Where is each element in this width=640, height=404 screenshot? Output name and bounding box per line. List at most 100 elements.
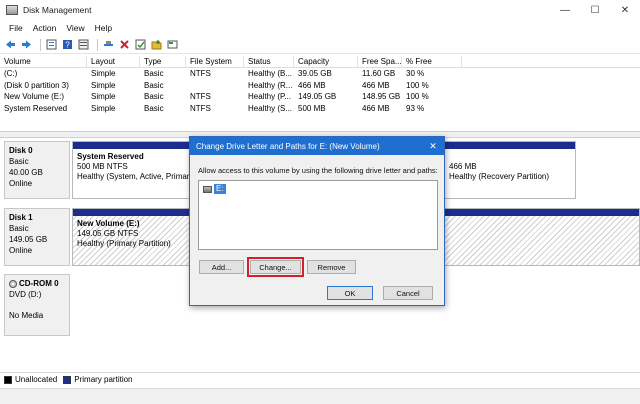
disk-status: Online — [9, 179, 33, 188]
minimize-button[interactable]: — — [550, 0, 580, 20]
window-titlebar: Disk Management — ☐ ✕ — [0, 0, 640, 20]
dialog-titlebar: Change Drive Letter and Paths for E: (Ne… — [190, 137, 444, 155]
column-header-percent-free[interactable]: % Free — [402, 56, 462, 67]
disk-type: DVD (D:) — [9, 290, 42, 299]
legend: Unallocated Primary partition — [0, 372, 640, 386]
dialog-title: Change Drive Letter and Paths for E: (Ne… — [196, 141, 380, 151]
forward-icon[interactable] — [20, 38, 33, 51]
dialog-close-button[interactable]: ✕ — [422, 137, 444, 155]
menu-file[interactable]: File — [4, 23, 28, 33]
toolbar-separator — [97, 38, 98, 51]
cell-status: Healthy (P... — [248, 92, 291, 101]
disk-name: Disk 0 — [9, 146, 33, 155]
toolbar: ? — [0, 36, 640, 54]
cell-capacity: 149.05 GB — [298, 92, 337, 101]
cell-capacity: 466 MB — [298, 80, 326, 90]
table-row[interactable]: System Reserved Simple Basic NTFS Health… — [0, 103, 640, 115]
column-header-status[interactable]: Status — [244, 56, 294, 67]
properties-icon[interactable] — [45, 38, 58, 51]
column-header-type[interactable]: Type — [140, 56, 186, 67]
cell-file-system: NTFS — [190, 103, 211, 113]
menu-help[interactable]: Help — [90, 23, 117, 33]
cell-free-space: 466 MB — [362, 103, 390, 113]
toolbar-separator — [40, 38, 41, 51]
drive-letter-label: E: — [214, 184, 226, 194]
disk-type: Basic — [9, 157, 29, 166]
drive-letter-list[interactable]: E: — [198, 180, 438, 250]
cell-percent-free: 100 % — [406, 92, 429, 101]
connect-icon[interactable] — [102, 38, 115, 51]
disk-list-icon[interactable] — [77, 38, 90, 51]
cell-volume: System Reserved — [4, 103, 68, 113]
table-row[interactable]: (Disk 0 partition 3) Simple Basic Health… — [0, 80, 640, 92]
window-title: Disk Management — [23, 5, 92, 15]
rescan-icon[interactable] — [166, 38, 179, 51]
maximize-button[interactable]: ☐ — [580, 0, 610, 20]
cell-free-space: 148.95 GB — [362, 92, 401, 101]
disk-status: Online — [9, 246, 33, 255]
disk-status: No Media — [9, 311, 44, 320]
column-header-volume[interactable]: Volume — [0, 56, 87, 67]
cell-file-system — [186, 80, 244, 92]
menu-action[interactable]: Action — [28, 23, 62, 33]
disk-name: Disk 1 — [9, 213, 33, 222]
ok-button[interactable]: OK — [327, 286, 373, 300]
disk-management-icon — [6, 5, 18, 15]
cancel-button[interactable]: Cancel — [383, 286, 433, 300]
cell-type: Basic — [144, 80, 164, 90]
table-row[interactable]: (C:) Simple Basic NTFS Healthy (B... 39.… — [0, 68, 640, 80]
volume-list: Volume Layout Type File System Status Ca… — [0, 56, 640, 130]
cell-percent-free: 30 % — [406, 69, 425, 78]
status-bar — [0, 388, 640, 404]
unallocated-swatch — [4, 375, 12, 384]
cell-status: Healthy (S... — [248, 103, 293, 113]
cdrom-0-label[interactable]: CD-ROM 0 DVD (D:) No Media — [4, 274, 70, 336]
legend-primary: Primary partition — [63, 375, 133, 384]
column-header-layout[interactable]: Layout — [87, 56, 140, 67]
cell-free-space: 11.60 GB — [362, 69, 396, 78]
cell-layout: Simple — [91, 69, 116, 78]
cell-volume: (C:) — [4, 69, 18, 78]
column-header-free-space[interactable]: Free Spa... — [358, 56, 402, 67]
disk-0-label[interactable]: Disk 0 Basic 40.00 GB Online — [4, 141, 70, 199]
delete-icon[interactable] — [118, 38, 131, 51]
partition-recovery[interactable]: 466 MB Healthy (Recovery Partition) — [444, 141, 576, 199]
check-icon[interactable] — [134, 38, 147, 51]
cell-capacity: 39.05 GB — [298, 69, 332, 78]
change-drive-letter-dialog: Change Drive Letter and Paths for E: (Ne… — [189, 136, 445, 306]
add-button[interactable]: Add... — [199, 260, 244, 274]
cell-file-system: NTFS — [190, 92, 211, 101]
change-button[interactable]: Change... — [247, 257, 304, 277]
svg-text:?: ? — [65, 41, 70, 50]
help-icon[interactable]: ? — [61, 38, 74, 51]
cell-type: Basic — [144, 69, 164, 78]
primary-swatch — [63, 375, 72, 384]
folder-icon[interactable] — [150, 38, 163, 51]
cell-percent-free: 93 % — [406, 103, 425, 113]
disk-1-label[interactable]: Disk 1 Basic 149.05 GB Online — [4, 208, 70, 266]
volume-list-header: Volume Layout Type File System Status Ca… — [0, 56, 640, 68]
partition-bar — [445, 142, 575, 149]
back-icon[interactable] — [4, 38, 17, 51]
table-row[interactable]: New Volume (E:) Simple Basic NTFS Health… — [0, 91, 640, 103]
column-header-file-system[interactable]: File System — [186, 56, 244, 67]
list-item[interactable]: E: — [203, 184, 437, 194]
disk-size: 149.05 GB — [9, 235, 48, 244]
partition-size: 466 MB — [449, 162, 477, 171]
cell-status: Healthy (B... — [248, 69, 293, 78]
close-button[interactable]: ✕ — [610, 0, 640, 20]
disk-type: Basic — [9, 224, 29, 233]
cell-layout: Simple — [91, 92, 116, 101]
cd-drive-icon — [9, 279, 17, 288]
drive-icon — [203, 185, 212, 193]
menu-view[interactable]: View — [61, 23, 89, 33]
cell-type: Basic — [144, 92, 164, 101]
disk-size: 40.00 GB — [9, 168, 43, 177]
column-header-capacity[interactable]: Capacity — [294, 56, 358, 67]
cell-free-space: 466 MB — [362, 80, 390, 90]
disk-name: CD-ROM 0 — [19, 279, 59, 288]
window-controls: — ☐ ✕ — [550, 0, 640, 20]
dialog-description: Allow access to this volume by using the… — [198, 166, 438, 175]
remove-button[interactable]: Remove — [307, 260, 356, 274]
cell-volume: (Disk 0 partition 3) — [4, 80, 69, 90]
